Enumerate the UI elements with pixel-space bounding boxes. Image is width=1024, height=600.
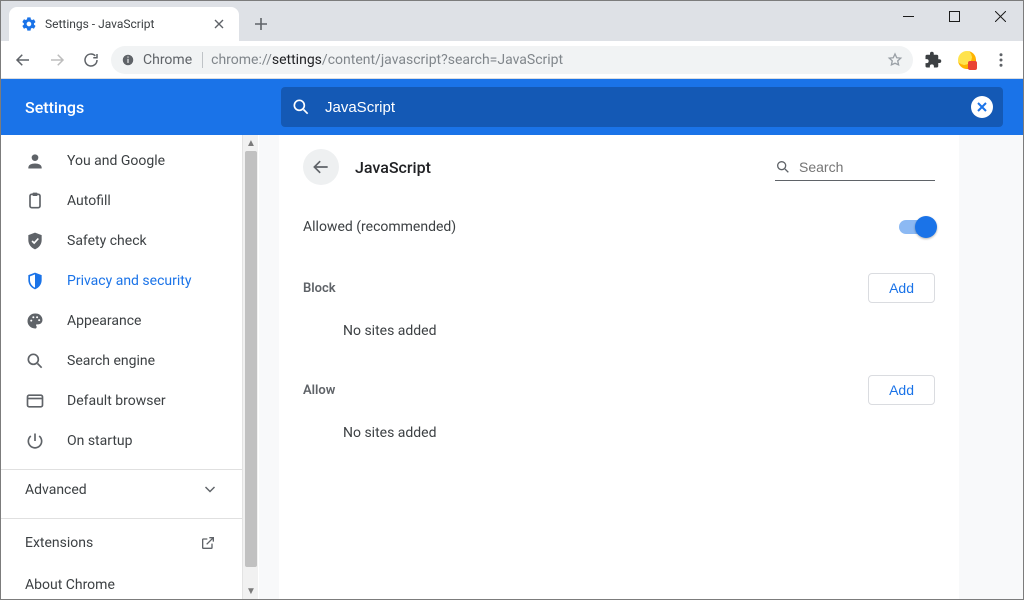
page-header: JavaScript — [303, 135, 935, 199]
gear-icon — [21, 16, 37, 32]
block-add-button[interactable]: Add — [868, 273, 935, 303]
url-scheme-label: Chrome — [143, 52, 203, 68]
advanced-label: Advanced — [25, 482, 87, 498]
sidebar-item-label: Appearance — [67, 313, 141, 329]
open-in-new-icon — [200, 535, 216, 551]
site-info-icon[interactable] — [121, 53, 135, 67]
sidebar-extensions-link[interactable]: Extensions — [1, 519, 242, 567]
new-tab-button[interactable] — [247, 10, 275, 38]
close-tab-icon[interactable] — [211, 16, 227, 32]
browser-tab-active[interactable]: Settings - JavaScript — [9, 7, 239, 41]
page-search-input[interactable] — [799, 159, 935, 175]
url-text: chrome://settings/content/javascript?sea… — [211, 52, 879, 68]
person-icon — [25, 151, 45, 171]
url-host: settings — [272, 52, 322, 68]
sidebar-item-autofill[interactable]: Autofill — [1, 181, 242, 221]
shield-check-icon — [25, 231, 45, 251]
shield-icon — [25, 271, 45, 291]
extensions-label: Extensions — [25, 535, 93, 551]
sidebar-item-you-and-google[interactable]: You and Google — [1, 141, 242, 181]
scrollbar-up-arrow[interactable]: ▲ — [243, 135, 259, 151]
allow-section: Allow Add No sites added — [303, 375, 935, 449]
clear-search-icon[interactable] — [971, 96, 993, 118]
sidebar-advanced-toggle[interactable]: Advanced — [1, 470, 242, 510]
page-search[interactable] — [775, 153, 935, 181]
scrollbar-down-arrow[interactable]: ▼ — [243, 583, 259, 599]
url-pre: chrome:// — [211, 52, 272, 68]
allow-add-button[interactable]: Add — [868, 375, 935, 405]
tab-title: Settings - JavaScript — [45, 17, 203, 31]
chevron-down-icon — [204, 484, 216, 496]
browser-toolbar: Chrome chrome://settings/content/javascr… — [1, 41, 1023, 79]
settings-sidebar: You and Google Autofill Safety check Pri… — [1, 135, 259, 599]
sidebar-item-label: Default browser — [67, 393, 166, 409]
sidebar-item-search-engine[interactable]: Search engine — [1, 341, 242, 381]
extensions-icon[interactable] — [919, 46, 947, 74]
window-close-button[interactable] — [977, 1, 1023, 31]
power-icon — [25, 431, 45, 451]
about-label: About Chrome — [25, 577, 115, 593]
nav-forward-button[interactable] — [43, 46, 71, 74]
toggle-knob — [915, 216, 937, 238]
allow-empty-text: No sites added — [303, 405, 935, 449]
sidebar-item-label: Safety check — [67, 233, 147, 249]
settings-main: JavaScript Allowed (recommended) Block A… — [259, 135, 1023, 599]
settings-title: Settings — [1, 98, 257, 117]
block-title: Block — [303, 281, 336, 296]
bookmark-star-icon[interactable] — [887, 52, 903, 68]
sidebar-item-label: Search engine — [67, 353, 155, 369]
sidebar-item-privacy-security[interactable]: Privacy and security — [1, 261, 242, 301]
block-empty-text: No sites added — [303, 303, 935, 347]
nav-back-button[interactable] — [9, 46, 37, 74]
browser-menu-button[interactable] — [987, 46, 1015, 74]
palette-icon — [25, 311, 45, 331]
page-title: JavaScript — [355, 158, 431, 177]
scrollbar-thumb[interactable] — [245, 151, 257, 567]
allowed-toggle[interactable] — [899, 220, 935, 234]
search-icon — [291, 97, 311, 117]
sidebar-item-label: Privacy and security — [67, 273, 191, 289]
javascript-settings-page: JavaScript Allowed (recommended) Block A… — [279, 135, 959, 599]
settings-search-bar[interactable] — [281, 87, 1003, 127]
sidebar-item-label: On startup — [67, 433, 133, 449]
block-section: Block Add No sites added — [303, 273, 935, 347]
extension-color-icon[interactable] — [953, 46, 981, 74]
sidebar-item-label: You and Google — [67, 153, 165, 169]
sidebar-item-on-startup[interactable]: On startup — [1, 421, 242, 461]
sidebar-item-label: Autofill — [67, 193, 111, 209]
sidebar-scrollbar[interactable]: ▲ ▼ — [242, 135, 258, 599]
settings-search-input[interactable] — [325, 99, 971, 116]
window-controls — [885, 1, 1023, 41]
address-bar[interactable]: Chrome chrome://settings/content/javascr… — [111, 46, 913, 74]
settings-header: Settings — [1, 79, 1023, 135]
url-path: /content/javascript?search=JavaScript — [322, 52, 563, 68]
search-icon — [775, 159, 791, 175]
allowed-row: Allowed (recommended) — [303, 199, 935, 245]
maximize-button[interactable] — [931, 1, 977, 31]
sidebar-item-safety-check[interactable]: Safety check — [1, 221, 242, 261]
sidebar-about-chrome[interactable]: About Chrome — [1, 567, 242, 600]
allow-title: Allow — [303, 383, 335, 398]
sidebar-item-default-browser[interactable]: Default browser — [1, 381, 242, 421]
reload-button[interactable] — [77, 46, 105, 74]
clipboard-icon — [25, 191, 45, 211]
browser-window-icon — [25, 391, 45, 411]
sidebar-item-appearance[interactable]: Appearance — [1, 301, 242, 341]
browser-tab-strip: Settings - JavaScript — [1, 1, 1023, 41]
minimize-button[interactable] — [885, 1, 931, 31]
search-icon — [25, 351, 45, 371]
allowed-label: Allowed (recommended) — [303, 219, 456, 235]
back-button[interactable] — [303, 149, 339, 185]
